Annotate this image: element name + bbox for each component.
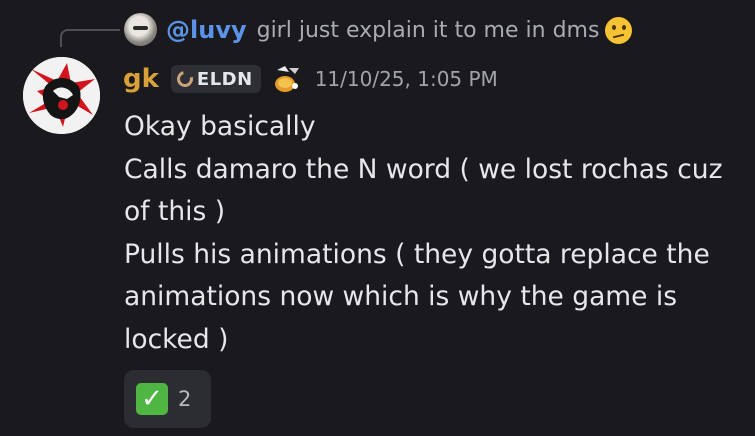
- author-username[interactable]: gk: [123, 64, 159, 94]
- reply-preview[interactable]: @luvy girl just explain it to me in dms: [166, 12, 633, 48]
- reaction-count: 2: [178, 387, 192, 411]
- author-avatar[interactable]: [23, 57, 100, 134]
- message-timestamp[interactable]: 11/10/25, 1:05 PM: [315, 67, 498, 91]
- reply-avatar[interactable]: [124, 13, 157, 46]
- reply-avatar-detail: [133, 26, 148, 30]
- reply-text[interactable]: girl just explain it to me in dms: [257, 18, 600, 43]
- message-line: Okay basically: [124, 111, 316, 142]
- reply-connector: [60, 29, 120, 47]
- message-content: Okay basically Calls damaro the N word (…: [124, 106, 744, 361]
- message-line: Calls damaro the N word ( we lost rochas…: [124, 153, 723, 228]
- server-tag[interactable]: ELDN: [170, 65, 261, 93]
- reaction-button[interactable]: ✓ 2: [124, 370, 211, 428]
- avatar-art-icon: [23, 57, 100, 134]
- tag-crest-icon: [173, 68, 196, 90]
- message-header: gk ELDN 11/10/25, 1:05 PM: [123, 60, 498, 98]
- server-tag-label: ELDN: [196, 68, 253, 90]
- check-mark-button-emoji-icon: ✓: [136, 383, 168, 415]
- cheese-badge-icon[interactable]: [271, 64, 303, 94]
- message-line: Pulls his animations ( they gotta replac…: [124, 238, 710, 355]
- confused-face-emoji-icon: [605, 16, 633, 44]
- reply-username[interactable]: @luvy: [166, 16, 247, 44]
